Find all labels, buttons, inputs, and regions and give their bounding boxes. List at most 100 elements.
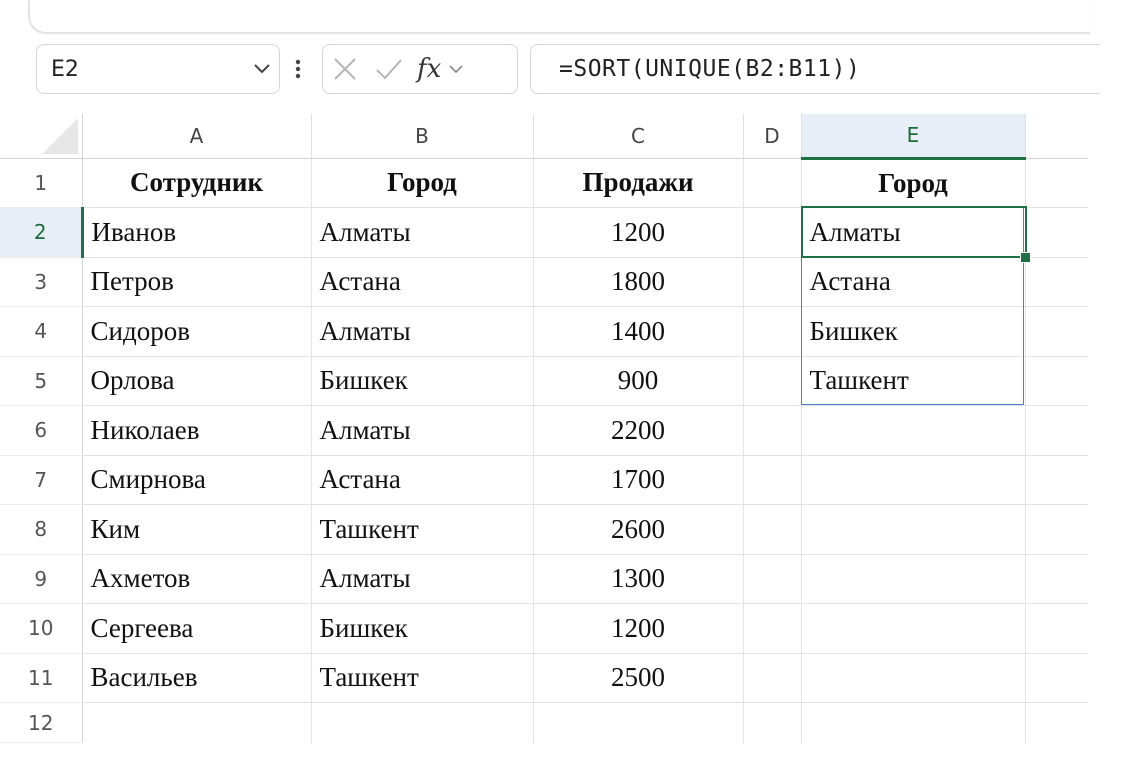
cell-d1[interactable] [743,158,802,208]
cell-e7[interactable] [801,455,1026,505]
cell-b3[interactable]: Астана [311,257,534,307]
name-box-value[interactable]: E2 [51,57,245,82]
cell-c6[interactable]: 2200 [533,405,744,456]
cell-a3[interactable]: Петров [82,257,312,307]
cell-a9[interactable]: Ахметов [82,554,312,604]
cell-f11[interactable] [1025,653,1088,703]
cell-e5[interactable]: Ташкент [801,356,1026,406]
chevron-down-icon[interactable] [245,44,279,94]
cell-b1[interactable]: Город [311,158,534,208]
cell-c3[interactable]: 1800 [533,257,744,307]
cell-c5[interactable]: 900 [533,356,744,406]
more-options-icon[interactable] [286,44,310,94]
cell-b10[interactable]: Бишкек [311,603,534,654]
cell-f3[interactable] [1025,257,1088,307]
cell-f4[interactable] [1025,306,1088,357]
row-header[interactable]: 7 [0,455,83,505]
cell-e6[interactable] [801,405,1026,456]
cell-f8[interactable] [1025,504,1088,555]
cell-a2[interactable]: Иванов [82,207,312,258]
row-header[interactable]: 2 [0,207,84,258]
cell-b7[interactable]: Астана [311,455,534,505]
cell-c8[interactable]: 2600 [533,504,744,555]
cell-d5[interactable] [743,356,802,406]
cell-c10[interactable]: 1200 [533,603,744,654]
cell-f7[interactable] [1025,455,1088,505]
cell-a12[interactable] [82,702,312,743]
column-header-a[interactable]: A [82,114,312,159]
cell-d2[interactable] [743,207,802,258]
cell-e12[interactable] [801,702,1026,743]
cell-d4[interactable] [743,306,802,357]
cell-b5[interactable]: Бишкек [311,356,534,406]
cell-f1[interactable] [1025,158,1088,208]
row-header[interactable]: 12 [0,702,83,743]
cell-a8[interactable]: Ким [82,504,312,555]
insert-function-icon[interactable]: fx [417,54,441,84]
row-header[interactable]: 1 [0,158,83,208]
cell-e2[interactable]: Алматы [801,207,1026,258]
cell-a1[interactable]: Сотрудник [82,158,312,208]
column-header-c[interactable]: C [533,114,744,159]
cell-a6[interactable]: Николаев [82,405,312,456]
column-header-b[interactable]: B [311,114,534,159]
row-header[interactable]: 11 [0,653,83,703]
cell-c12[interactable] [533,702,744,743]
chevron-down-icon[interactable] [441,44,471,94]
cell-e9[interactable] [801,554,1026,604]
cell-f6[interactable] [1025,405,1088,456]
row-header[interactable]: 10 [0,603,83,654]
row-header[interactable]: 4 [0,306,83,357]
cell-c4[interactable]: 1400 [533,306,744,357]
cell-e10[interactable] [801,603,1026,654]
cell-f9[interactable] [1025,554,1088,604]
cell-e4[interactable]: Бишкек [801,306,1026,357]
cell-d9[interactable] [743,554,802,604]
cell-e3[interactable]: Астана [801,257,1026,307]
cell-c1[interactable]: Продажи [533,158,744,208]
cell-e11[interactable] [801,653,1026,703]
name-box[interactable]: E2 [36,44,280,94]
cell-d11[interactable] [743,653,802,703]
cell-b9[interactable]: Алматы [311,554,534,604]
column-header-e[interactable]: E [801,114,1026,160]
column-header-d[interactable]: D [743,114,802,159]
row-header[interactable]: 3 [0,257,83,307]
cell-b6[interactable]: Алматы [311,405,534,456]
cell-b11[interactable]: Ташкент [311,653,534,703]
confirm-icon[interactable] [367,44,411,94]
cancel-icon[interactable] [323,44,367,94]
cell-d7[interactable] [743,455,802,505]
cell-f12[interactable] [1025,702,1088,743]
cell-f2[interactable] [1025,207,1088,258]
cell-b4[interactable]: Алматы [311,306,534,357]
cell-a4[interactable]: Сидоров [82,306,312,357]
cell-c9[interactable]: 1300 [533,554,744,604]
cell-d12[interactable] [743,702,802,743]
cell-f10[interactable] [1025,603,1088,654]
cell-c2[interactable]: 1200 [533,207,744,258]
cell-c7[interactable]: 1700 [533,455,744,505]
row-header[interactable]: 6 [0,405,83,456]
cell-b2[interactable]: Алматы [311,207,534,258]
cell-d8[interactable] [743,504,802,555]
row-header[interactable]: 8 [0,504,83,555]
row-header[interactable]: 5 [0,356,83,406]
cell-f5[interactable] [1025,356,1088,406]
cell-c11[interactable]: 2500 [533,653,744,703]
cell-e8[interactable] [801,504,1026,555]
cell-a10[interactable]: Сергеева [82,603,312,654]
cell-b12[interactable] [311,702,534,743]
cell-a7[interactable]: Смирнова [82,455,312,505]
column-header-f[interactable] [1025,114,1088,159]
cell-a5[interactable]: Орлова [82,356,312,406]
cell-b8[interactable]: Ташкент [311,504,534,555]
cell-d3[interactable] [743,257,802,307]
select-all-button[interactable] [0,114,83,159]
formula-input[interactable]: =SORT(UNIQUE(B2:B11)) [530,44,1100,94]
cell-e1[interactable]: Город [801,158,1026,208]
cell-a11[interactable]: Васильев [82,653,312,703]
cell-d6[interactable] [743,405,802,456]
row-header[interactable]: 9 [0,554,83,604]
cell-d10[interactable] [743,603,802,654]
